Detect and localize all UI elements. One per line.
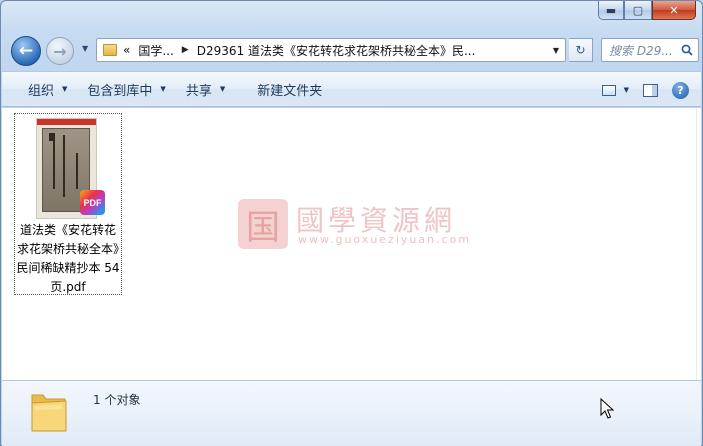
pdf-icon: PDF <box>80 190 105 215</box>
minimize-button[interactable]: ▬ <box>598 1 624 20</box>
address-bar[interactable]: « 国学... ▶ D29361 道法类《安花转花求花架桥共秘全本》民... ▼ <box>96 38 566 62</box>
calligraphy-stroke <box>63 135 65 197</box>
folder-icon <box>31 394 67 432</box>
toolbar-right-group: ▼ ? <box>601 72 689 108</box>
thumbnail-header-strip <box>37 119 96 125</box>
help-icon[interactable]: ? <box>672 81 689 99</box>
back-button[interactable]: ← <box>11 36 41 66</box>
recent-pages-dropdown[interactable]: ▼ <box>82 44 92 58</box>
file-name[interactable]: 道法类《安花转花求花架桥共秘全本》民间稀缺精抄本 54页.pdf <box>15 221 121 297</box>
status-object-count: 1 个对象 <box>93 393 141 407</box>
forward-button[interactable]: → <box>46 37 74 65</box>
calligraphy-stroke <box>49 133 55 141</box>
refresh-button[interactable]: ↻ <box>569 38 593 62</box>
explorer-window: ▬ ▢ ✕ ← → ▼ « 国学... ▶ D29361 道法类《安花转花求花架… <box>0 0 703 446</box>
caption-buttons: ▬ ▢ ✕ <box>598 1 696 20</box>
new-folder-button[interactable]: 新建文件夹 <box>237 71 334 107</box>
navigation-bar: ← → ▼ « 国学... ▶ D29361 道法类《安花转花求花架桥共秘全本》… <box>9 34 699 66</box>
breadcrumb-current-folder[interactable]: D29361 道法类《安花转花求花架桥共秘全本》民... <box>197 42 487 59</box>
organize-menu[interactable]: 组织 ▼ <box>2 71 79 107</box>
chevron-down-icon: ▼ <box>62 85 68 93</box>
folder-icon <box>103 44 117 56</box>
breadcrumb-separator-icon[interactable]: ▶ <box>182 45 189 55</box>
address-overflow-chevron[interactable]: « <box>123 43 130 57</box>
chevron-down-icon: ▼ <box>219 85 226 93</box>
calligraphy-stroke <box>53 139 55 189</box>
file-list-area[interactable]: PDF 道法类《安花转花求花架桥共秘全本》民间稀缺精抄本 54页.pdf 国 國… <box>2 108 701 380</box>
mouse-cursor-icon <box>600 398 614 419</box>
search-input[interactable]: 搜索 D29... <box>609 42 677 59</box>
search-box[interactable]: 搜索 D29... <box>601 38 699 62</box>
organize-label: 组织 <box>28 83 55 99</box>
chevron-down-icon: ▼ <box>623 86 629 94</box>
file-item-pdf[interactable]: PDF 道法类《安花转花求花架桥共秘全本》民间稀缺精抄本 54页.pdf <box>14 113 122 295</box>
preview-pane-button[interactable] <box>643 83 658 97</box>
scrollbar-track[interactable] <box>696 108 701 380</box>
maximize-button[interactable]: ▢ <box>624 1 652 20</box>
command-bar: 组织 ▼ 包含到库中 ▼ 共享 ▼ 新建文件夹 ▼ ? <box>2 71 701 107</box>
address-dropdown-button[interactable]: ▼ <box>547 39 565 61</box>
calligraphy-stroke <box>76 153 78 189</box>
change-view-button[interactable]: ▼ <box>601 84 629 96</box>
watermark-logo: 国 <box>238 199 288 249</box>
chevron-down-icon: ▼ <box>160 85 166 93</box>
breadcrumb-guoxue[interactable]: 国学... <box>138 42 173 59</box>
share-menu[interactable]: 共享 ▼ <box>178 71 237 107</box>
include-in-library-label: 包含到库中 <box>87 83 153 99</box>
details-pane: 1 个对象 <box>2 380 701 446</box>
view-icon <box>601 84 616 96</box>
share-label: 共享 <box>185 83 212 99</box>
watermark-url: www.guoxueziyuan.com <box>298 233 472 246</box>
close-button[interactable]: ✕ <box>652 1 696 20</box>
search-icon[interactable] <box>681 44 693 56</box>
include-in-library-menu[interactable]: 包含到库中 ▼ <box>79 71 177 107</box>
new-folder-label: 新建文件夹 <box>257 83 323 99</box>
